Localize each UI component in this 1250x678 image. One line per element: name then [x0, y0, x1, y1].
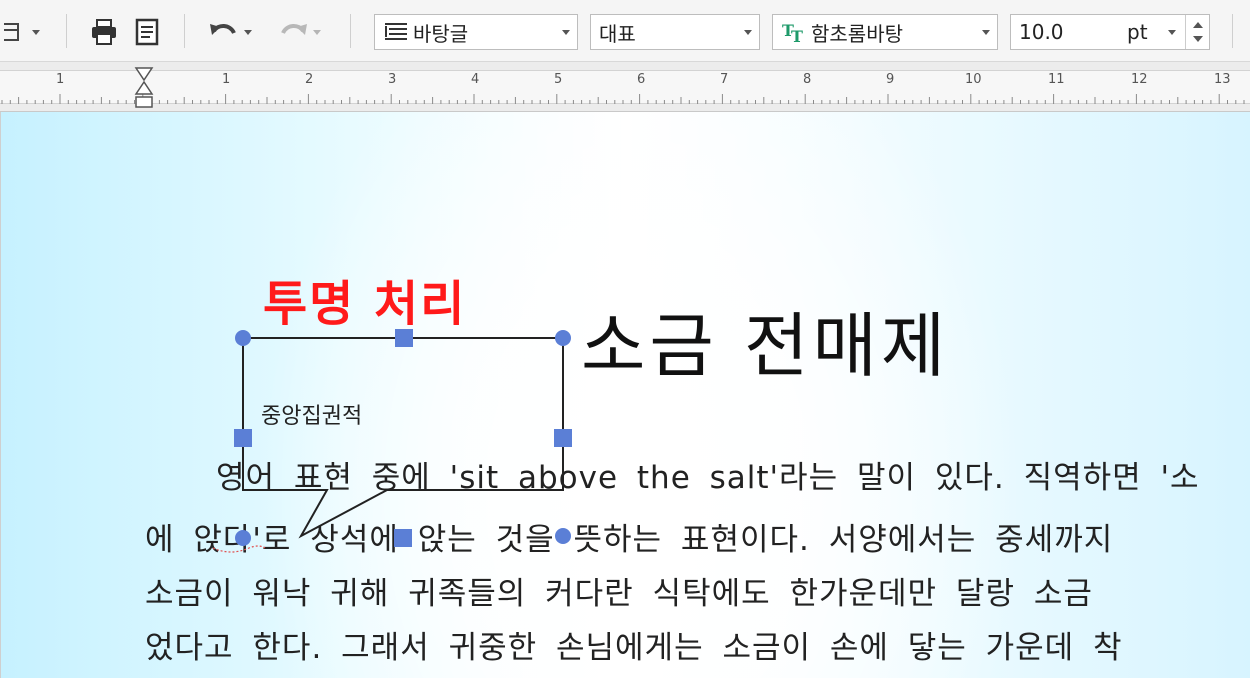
ruler-number: 3: [388, 72, 397, 87]
ruler-number: 12: [1131, 72, 1148, 87]
ruler-number: 1: [222, 72, 231, 87]
redo-button[interactable]: [270, 13, 328, 51]
toolbar: 바탕글 대표 T T 함초롬바탕 10.0 pt: [0, 0, 1250, 62]
font-size-input[interactable]: 10.0 pt: [1010, 14, 1210, 50]
font-dropdown[interactable]: [975, 15, 997, 49]
toolbar-divider: [66, 14, 67, 48]
paragraph-style-icon: [385, 23, 407, 40]
ruler-number: 2: [305, 72, 314, 87]
ruler-number: 8: [803, 72, 812, 87]
ruler-number: 4: [471, 72, 480, 87]
resize-handle[interactable]: [235, 330, 251, 346]
resize-handle[interactable]: [395, 329, 413, 347]
callout-shape[interactable]: [1, 112, 1250, 678]
language-dropdown[interactable]: [737, 15, 759, 49]
resize-handle[interactable]: [554, 429, 572, 447]
ruler-ticks: [1, 94, 1245, 104]
resize-handle[interactable]: [234, 429, 252, 447]
font-size-spinner[interactable]: [1185, 15, 1209, 49]
language-value: 대표: [599, 21, 636, 46]
resize-handle[interactable]: [555, 528, 571, 544]
layout-icon: [4, 23, 19, 41]
print-icon: [92, 19, 116, 45]
ruler-number: 1: [56, 72, 65, 87]
chevron-down-icon: [32, 29, 40, 35]
toolbar-divider: [184, 14, 185, 48]
chevron-down-icon: [244, 29, 252, 35]
ruler-number: 11: [1048, 72, 1065, 87]
page-view-button[interactable]: [130, 13, 164, 51]
paragraph-style-dropdown[interactable]: [555, 15, 577, 49]
language-select[interactable]: 대표: [590, 14, 760, 50]
document-page[interactable]: 투명 처리 소금 전매제 영어 표현 중에 'sit above the sal…: [0, 112, 1250, 678]
font-select[interactable]: T T 함초롬바탕: [772, 14, 998, 50]
chevron-down-icon: [1168, 29, 1176, 35]
font-value: 함초롬바탕: [811, 21, 903, 46]
indent-marker[interactable]: [133, 66, 155, 112]
page-view-icon: [135, 18, 159, 46]
toolbar-divider: [350, 14, 351, 48]
ruler-number: 5: [554, 72, 563, 87]
ruler-number: 6: [637, 72, 646, 87]
chevron-down-icon: [744, 29, 752, 35]
layout-button[interactable]: [0, 13, 44, 51]
horizontal-ruler[interactable]: 1 1 2 3 4 5 6 7 8 9 10 11 12 13: [0, 62, 1250, 112]
ruler-number: 13: [1214, 72, 1231, 87]
ruler-number: 9: [886, 72, 895, 87]
undo-icon: [210, 24, 236, 35]
spin-down-icon[interactable]: [1193, 36, 1203, 42]
font-size-unit: pt: [1127, 20, 1148, 44]
resize-handle[interactable]: [394, 529, 412, 547]
resize-handle[interactable]: [555, 330, 571, 346]
chevron-down-icon: [562, 29, 570, 35]
toolbar-divider: [1232, 14, 1233, 48]
redo-icon: [281, 24, 307, 35]
paragraph-style-select[interactable]: 바탕글: [374, 14, 578, 50]
paragraph-style-value: 바탕글: [413, 21, 469, 46]
font-size-unit-dropdown[interactable]: [1161, 15, 1183, 49]
svg-text:T: T: [791, 27, 803, 44]
resize-handle[interactable]: [235, 530, 251, 546]
chevron-down-icon: [313, 29, 321, 35]
undo-button[interactable]: [202, 13, 258, 51]
print-button[interactable]: [86, 13, 122, 51]
spin-up-icon[interactable]: [1193, 22, 1203, 28]
chevron-down-icon: [982, 29, 990, 35]
ruler-number: 10: [965, 72, 982, 87]
callout-text[interactable]: 중앙집권적: [261, 398, 362, 430]
font-tt-icon: T T: [782, 21, 803, 44]
font-size-value: 10.0: [1019, 20, 1064, 44]
ruler-number: 7: [720, 72, 729, 87]
